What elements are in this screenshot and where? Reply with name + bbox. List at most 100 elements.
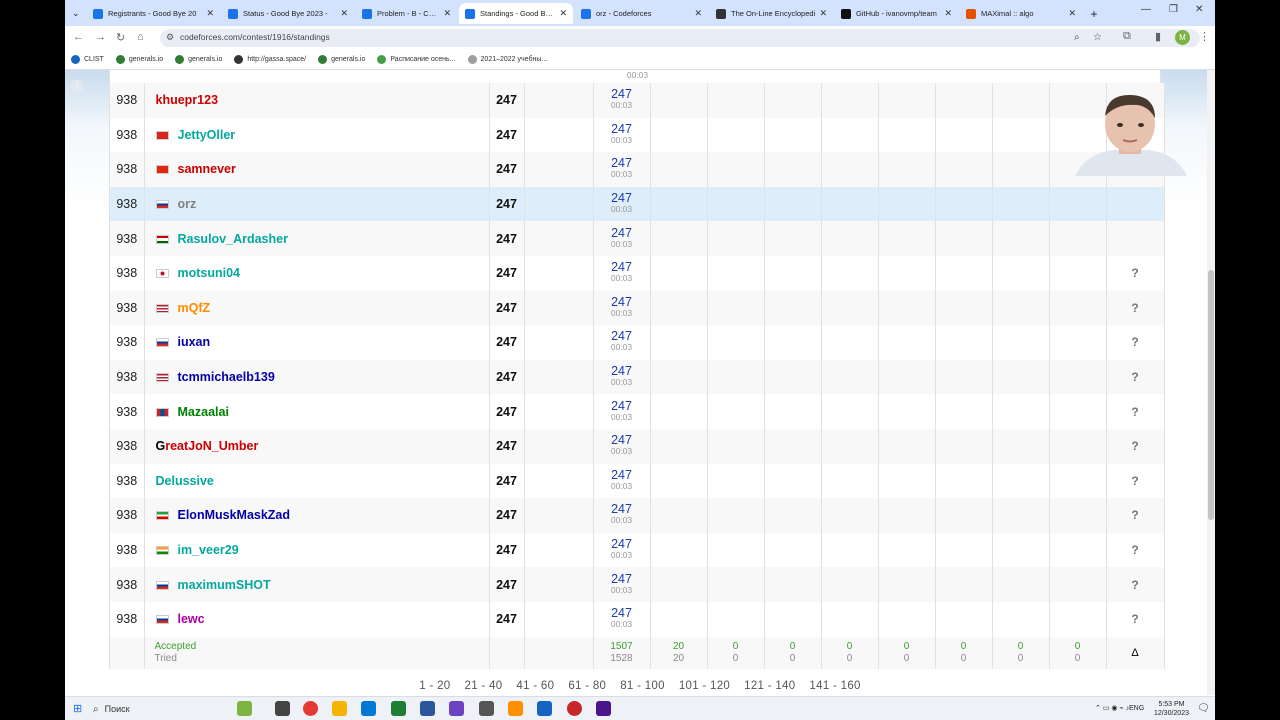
close-tab-icon[interactable]: ✕ xyxy=(559,8,567,19)
input-language[interactable]: ENG xyxy=(1129,705,1144,712)
problem-cell[interactable] xyxy=(878,567,936,602)
browser-tab[interactable]: GitHub - ivanovmp/team ✕ xyxy=(835,3,958,24)
problem-a-cell[interactable]: 247 00:03 xyxy=(593,117,651,153)
close-tab-icon[interactable]: ✕ xyxy=(1068,8,1076,19)
page-link[interactable]: 61 - 80 xyxy=(568,680,606,692)
zoom-icon[interactable]: ⌕ xyxy=(1074,32,1080,43)
hacks-cell[interactable]: ? xyxy=(1106,290,1165,326)
problem-cell[interactable] xyxy=(821,221,879,256)
windows-start-icon[interactable]: ⊞ xyxy=(73,702,82,715)
problem-cell[interactable] xyxy=(764,428,822,464)
problem-a-cell[interactable]: 247 00:03 xyxy=(593,601,651,637)
page-link[interactable]: 101 - 120 xyxy=(679,680,730,692)
problem-cell[interactable] xyxy=(992,152,1050,187)
problem-cell[interactable] xyxy=(821,83,879,118)
widgets-icon[interactable] xyxy=(237,701,252,716)
problem-cell[interactable] xyxy=(935,186,993,222)
media-icon[interactable] xyxy=(596,701,611,716)
problem-a-cell[interactable]: 247 00:03 xyxy=(593,394,651,429)
problem-cell[interactable] xyxy=(878,117,936,153)
problem-cell[interactable] xyxy=(992,290,1050,326)
problem-cell[interactable] xyxy=(821,290,879,326)
problem-cell[interactable] xyxy=(821,359,879,395)
problem-cell[interactable] xyxy=(650,498,708,533)
problem-cell[interactable] xyxy=(821,567,879,602)
back-arrow-icon[interactable]: ← xyxy=(73,31,84,43)
problem-cell[interactable] xyxy=(992,359,1050,395)
problem-a-cell[interactable]: 247 00:03 xyxy=(593,186,651,222)
handle-link[interactable]: mQfZ xyxy=(178,301,211,315)
problem-cell[interactable] xyxy=(992,567,1050,602)
excel-icon[interactable] xyxy=(391,701,406,716)
recorder-icon[interactable] xyxy=(567,701,582,716)
bookmark-star-icon[interactable]: ☆ xyxy=(1093,32,1102,43)
hacks-cell[interactable]: ? xyxy=(1106,325,1165,360)
problem-cell[interactable] xyxy=(935,359,993,395)
hacks-cell[interactable]: ? xyxy=(1106,428,1165,464)
problem-cell[interactable] xyxy=(650,428,708,464)
problem-a-cell[interactable]: 247 00:03 xyxy=(593,255,651,291)
problem-cell[interactable] xyxy=(878,359,936,395)
problem-cell[interactable] xyxy=(1049,221,1107,256)
hacks-cell[interactable]: ? xyxy=(1106,567,1165,602)
problem-cell[interactable] xyxy=(821,498,879,533)
problem-cell[interactable] xyxy=(1049,359,1107,395)
problem-cell[interactable] xyxy=(878,532,936,568)
more-menu-icon[interactable]: ⋮ xyxy=(1199,30,1210,43)
problem-a-cell[interactable]: 247 00:03 xyxy=(593,498,651,533)
problem-cell[interactable] xyxy=(935,463,993,499)
problem-cell[interactable] xyxy=(650,394,708,429)
extensions-icon[interactable]: ⧉ xyxy=(1123,30,1131,43)
problem-cell[interactable] xyxy=(707,394,765,429)
url-text[interactable]: codeforces.com/contest/1916/standings xyxy=(180,32,330,42)
home-icon[interactable]: ⌂ xyxy=(137,31,144,43)
chrome-taskbar-icon[interactable] xyxy=(303,701,318,716)
problem-cell[interactable] xyxy=(992,325,1050,360)
problem-cell[interactable] xyxy=(650,83,708,118)
new-tab-button[interactable]: + xyxy=(1085,3,1103,24)
problem-cell[interactable] xyxy=(764,601,822,637)
handle-link[interactable]: samnever xyxy=(178,162,236,176)
problem-cell[interactable] xyxy=(707,428,765,464)
forward-arrow-icon[interactable]: → xyxy=(95,31,106,43)
problem-cell[interactable] xyxy=(935,83,993,118)
problem-a-cell[interactable]: 247 00:03 xyxy=(593,325,651,360)
problem-a-cell[interactable]: 247 00:03 xyxy=(593,152,651,187)
hacks-cell[interactable]: ? xyxy=(1106,601,1165,637)
hacks-cell[interactable] xyxy=(1106,221,1165,256)
handle-link[interactable]: GreatJoN_Umber xyxy=(156,439,259,453)
problem-cell[interactable] xyxy=(878,428,936,464)
problem-cell[interactable] xyxy=(935,601,993,637)
problem-cell[interactable] xyxy=(992,498,1050,533)
profile-avatar[interactable]: M xyxy=(1175,30,1190,45)
problem-cell[interactable] xyxy=(878,601,936,637)
notifications-icon[interactable]: 🗨 xyxy=(1197,703,1210,714)
problem-cell[interactable] xyxy=(1049,567,1107,602)
problem-cell[interactable] xyxy=(878,498,936,533)
handle-link[interactable]: khuepr123 xyxy=(156,93,219,107)
problem-cell[interactable] xyxy=(1049,498,1107,533)
page-link[interactable]: 1 - 20 xyxy=(419,680,450,692)
problem-cell[interactable] xyxy=(821,463,879,499)
problem-cell[interactable] xyxy=(764,463,822,499)
problem-cell[interactable] xyxy=(650,117,708,153)
problem-a-cell[interactable]: 247 00:03 xyxy=(593,532,651,568)
problem-cell[interactable] xyxy=(821,532,879,568)
hacks-cell[interactable]: ? xyxy=(1106,463,1165,499)
vertical-scrollbar[interactable] xyxy=(1207,70,1215,695)
hacks-cell[interactable]: ? xyxy=(1106,498,1165,533)
problem-cell[interactable] xyxy=(707,325,765,360)
hacks-cell[interactable] xyxy=(1106,186,1165,222)
hacks-cell[interactable]: ? xyxy=(1106,532,1165,568)
problem-cell[interactable] xyxy=(707,567,765,602)
problem-cell[interactable] xyxy=(707,290,765,326)
problem-cell[interactable] xyxy=(821,601,879,637)
scrollbar-thumb[interactable] xyxy=(1208,270,1214,520)
handle-link[interactable]: tcmmichaelb139 xyxy=(178,370,275,384)
hacks-cell[interactable]: ? xyxy=(1106,359,1165,395)
problem-a-cell[interactable]: 247 00:03 xyxy=(593,221,651,256)
problem-cell[interactable] xyxy=(878,152,936,187)
problem-cell[interactable] xyxy=(935,221,993,256)
close-tab-icon[interactable]: ✕ xyxy=(819,8,827,19)
problem-cell[interactable] xyxy=(821,255,879,291)
